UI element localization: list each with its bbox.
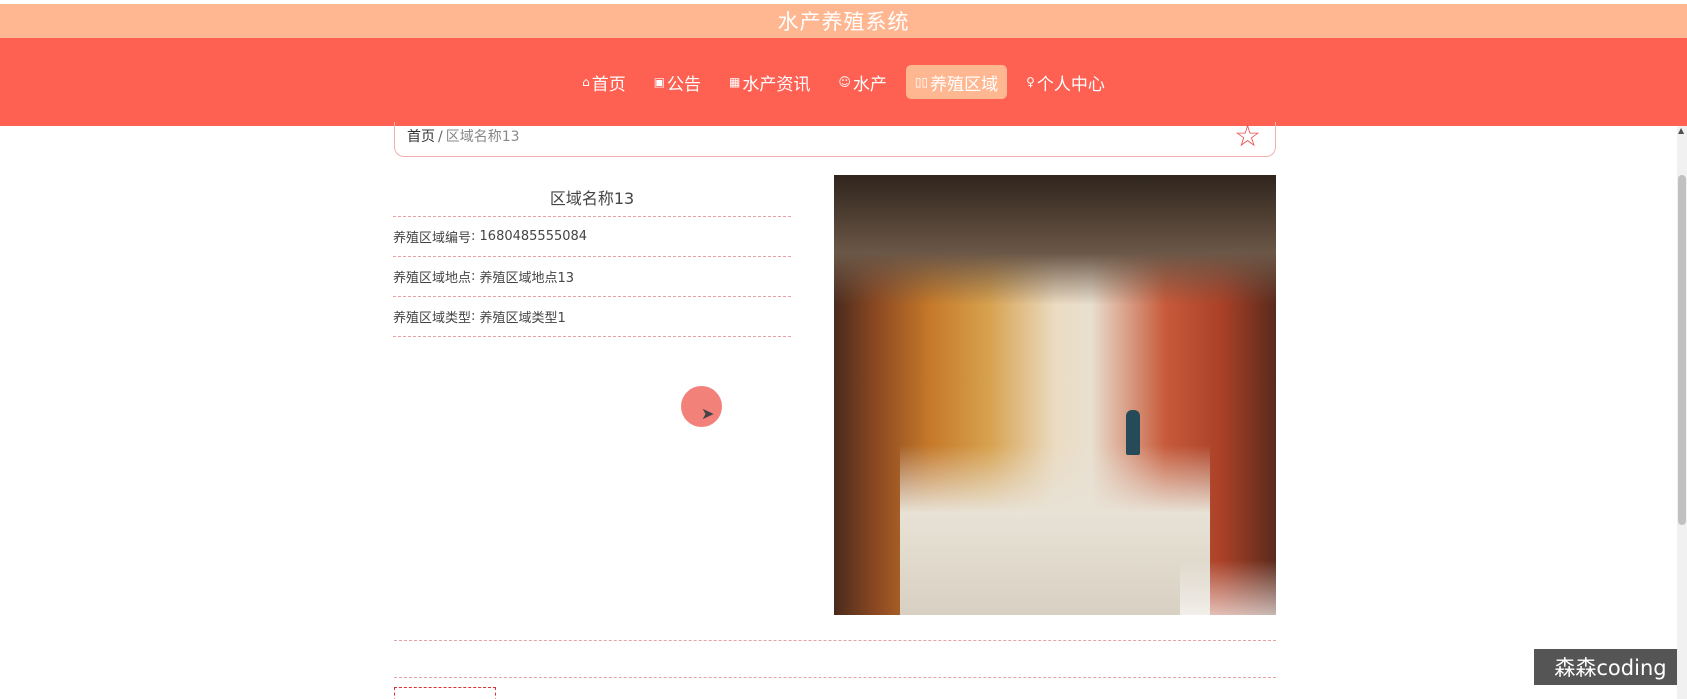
divider [394,677,1276,678]
detail-title: 区域名称13 [393,175,791,217]
photo-floor [900,445,1210,615]
colon: : [471,309,480,324]
nav-item-label: 首页 [591,74,626,95]
main-nav: ⌂ 首页 ▣ 公告 ▦ 水产资讯 ☺ 水产 ▯▯ 养殖区域 ♀ 个人中心 [0,38,1687,126]
columns-icon: ▯▯ [914,75,929,89]
detail-row-type: 养殖区域类型: 养殖区域类型1 [393,297,791,337]
nav-item-label: 水产资讯 [742,74,811,95]
breadcrumb-current: 区域名称13 [445,129,520,145]
user-icon: ♀ [1026,75,1035,89]
nav-item-label: 公告 [667,74,702,95]
nav-item-label: 水产 [852,74,887,95]
breadcrumb-text: 首页 / 区域名称13 [407,126,520,146]
gift-icon: ▣ [653,75,666,89]
divider [394,640,1276,641]
grid-icon: ▦ [729,75,741,89]
nav-item-aquatic[interactable]: ☺ 水产 [829,65,896,99]
dashed-box [394,687,496,699]
nav-item-profile[interactable]: ♀ 个人中心 [1017,65,1114,99]
detail-label: 养殖区域编号 [393,231,472,246]
scroll-up-icon[interactable]: ▲ [1678,126,1684,135]
detail-value: 1680485555084 [479,229,588,244]
smile-icon: ☺ [838,75,851,89]
nav-item-notice[interactable]: ▣ 公告 [645,65,710,99]
detail-panel: 区域名称13 养殖区域编号: 1680485555084 养殖区域地点: 养殖区… [393,175,791,337]
detail-label: 养殖区域类型 [393,311,472,326]
mouse-pointer-icon: ➤ [701,404,715,423]
photo-figure [1126,410,1140,455]
app-title: 水产养殖系统 [777,10,910,34]
watermark: 森森coding [1534,649,1687,685]
nav-item-news[interactable]: ▦ 水产资讯 [720,65,819,99]
colon: : [471,229,480,244]
detail-row-location: 养殖区域地点: 养殖区域地点13 [393,257,791,297]
star-icon[interactable]: ☆ [1234,122,1261,152]
breadcrumb-home-link[interactable]: 首页 [407,129,435,145]
breadcrumb-separator: / [438,129,443,145]
nav-item-home[interactable]: ⌂ 首页 [573,65,635,99]
page: 水产养殖系统 ⌂ 首页 ▣ 公告 ▦ 水产资讯 ☺ 水产 ▯▯ 养殖区域 ♀ 个… [0,0,1687,699]
detail-value: 养殖区域地点13 [479,271,575,286]
app-title-bar: 水产养殖系统 [0,4,1687,38]
breadcrumb: 首页 / 区域名称13 ☆ [394,122,1276,157]
nav-item-breeding-area[interactable]: ▯▯ 养殖区域 [905,65,1008,99]
nav-item-label: 养殖区域 [930,74,999,95]
area-photo [834,175,1276,615]
photo-ceiling [834,175,1276,305]
detail-value: 养殖区域类型1 [479,311,566,326]
nav-item-label: 个人中心 [1036,74,1105,95]
home-icon: ⌂ [582,75,590,89]
colon: : [471,269,480,284]
detail-label: 养殖区域地点 [393,271,472,286]
detail-row-code: 养殖区域编号: 1680485555084 [393,217,791,257]
scrollbar-thumb[interactable] [1678,175,1686,525]
